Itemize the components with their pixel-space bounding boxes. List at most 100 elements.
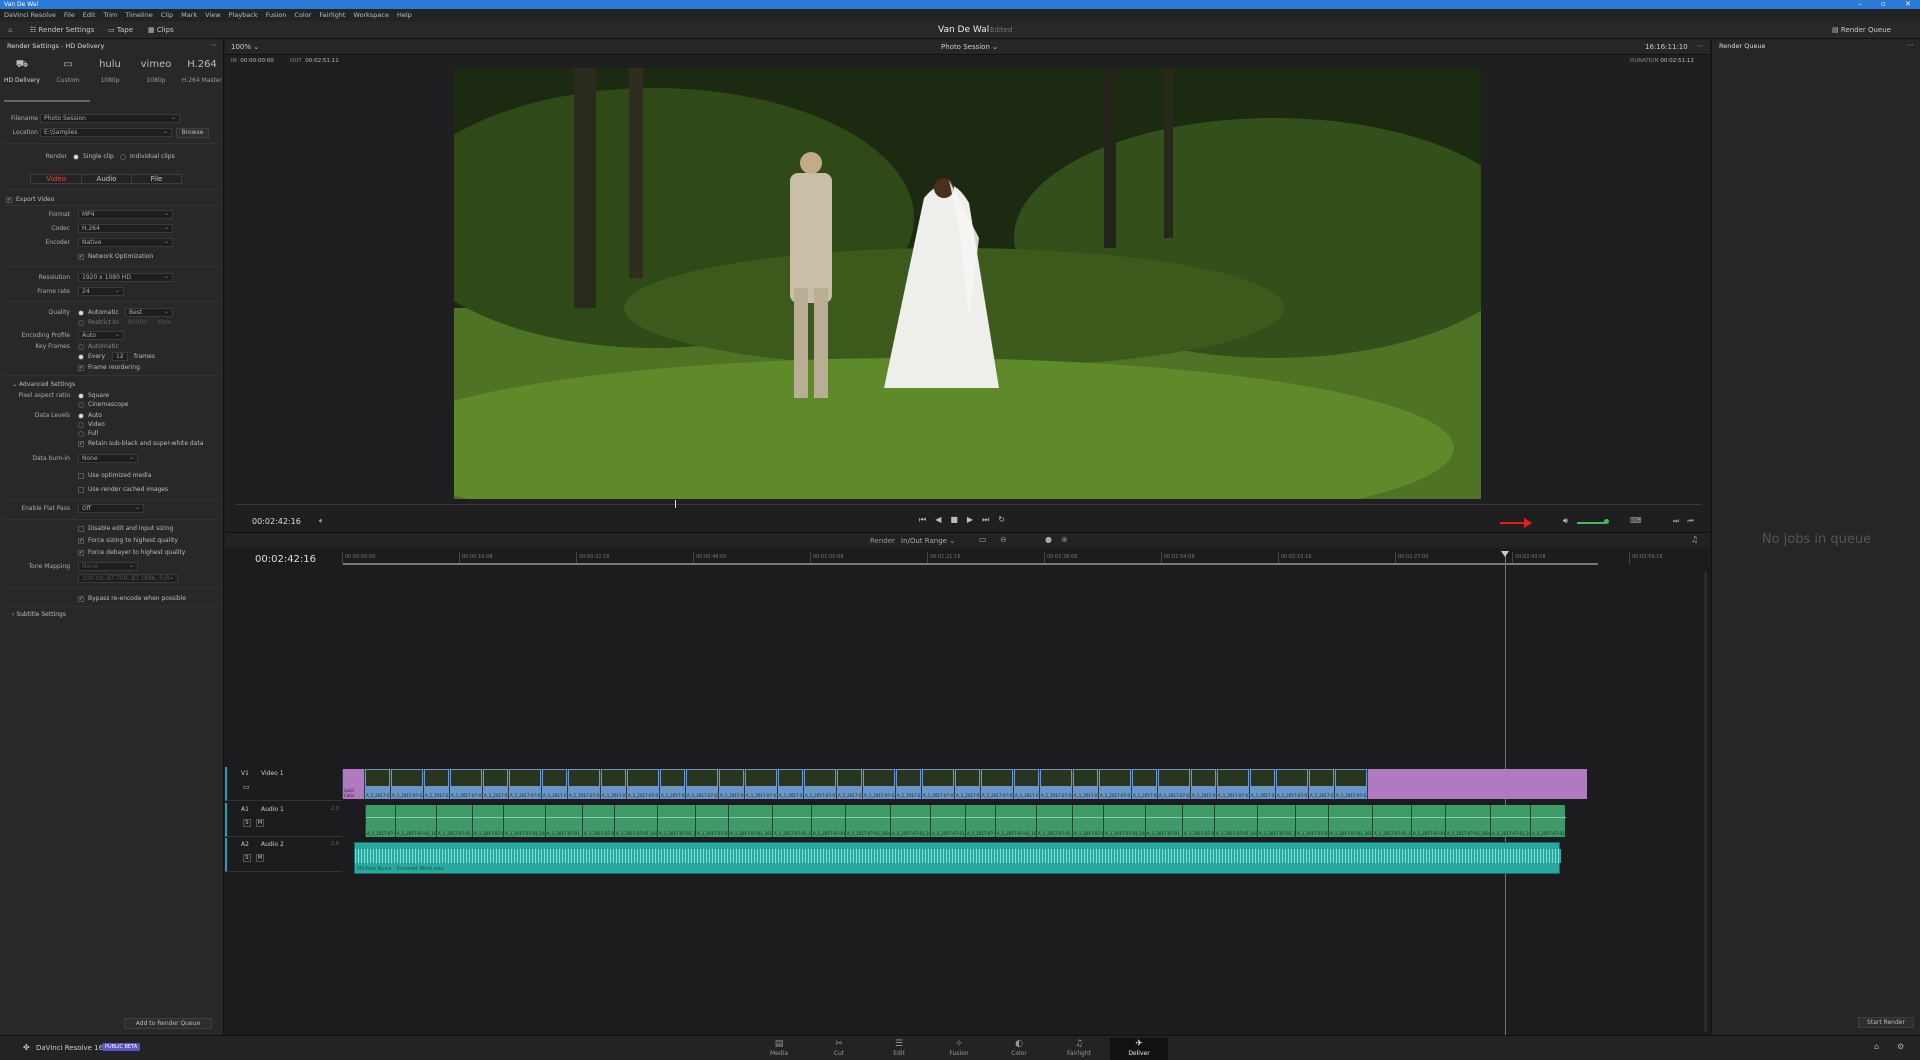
v1-clip[interactable]: A_1_2017-07-01_1616_C... — [600, 769, 626, 799]
minimize-icon[interactable]: – — [1858, 0, 1862, 9]
mute-button[interactable]: M — [256, 819, 264, 827]
render-settings-toggle[interactable]: ☷ Render Settings — [30, 21, 94, 39]
render-range-select[interactable]: In/Out Range ⌄ — [901, 537, 955, 545]
encoding-profile-select[interactable]: Auto — [78, 331, 124, 340]
v1-clip[interactable]: A_1_2017-07-01_1616_C... — [567, 769, 600, 799]
burnin-select[interactable]: None — [78, 454, 138, 463]
menu-item-file[interactable]: File — [64, 11, 75, 19]
encoder-select[interactable]: Native — [78, 238, 173, 247]
v1-clip[interactable]: A_1_2017-07-01_1616_C... — [1334, 769, 1367, 799]
menu-item-help[interactable]: Help — [397, 11, 412, 19]
menu-item-workspace[interactable]: Workspace — [353, 11, 389, 19]
timeline-vscrollbar[interactable] — [1704, 572, 1707, 1032]
v1-clip[interactable]: A_1_2017-07-01_1616_C... — [777, 769, 803, 799]
v1-solid-clip[interactable]: Solid Color — [342, 769, 364, 799]
tone-mapping-sub-select[interactable]: 100 nit, BT.709, BT.1886, Full — [78, 574, 178, 583]
browse-button[interactable]: Browse — [176, 128, 209, 138]
v1-clip[interactable]: A_1_2017-07-01_1616_C... — [862, 769, 895, 799]
preset-4[interactable]: H.264 H.264 Master — [180, 53, 224, 84]
a1-clip[interactable]: A_1_2017-07-01_1616_C... — [1257, 805, 1296, 837]
render-queue-options-icon[interactable]: ⋯ — [1907, 41, 1914, 49]
restrict-to-radio[interactable]: Restrict to — [78, 317, 119, 328]
audio-meter-icon[interactable]: ♫ — [1691, 535, 1698, 544]
v1-clip[interactable]: A_1_2017-07-01_1616_C... — [803, 769, 836, 799]
use-cached-checkbox[interactable]: Use render cached images — [78, 484, 168, 495]
a1-clip[interactable]: A_1_2017-07-01_1616_C... — [472, 805, 504, 837]
viewer-options-icon[interactable]: ⋯ — [1697, 42, 1704, 50]
close-icon[interactable]: ✕ — [1905, 0, 1911, 9]
a1-clip[interactable]: A_1_2017-07-01_1616_C... — [1145, 805, 1183, 837]
panel-options-icon[interactable]: ⋯ — [210, 41, 217, 49]
a2-clip[interactable]: Michele Buice - Summer Wind.wav — [354, 842, 1561, 874]
quality-select[interactable]: Best — [125, 308, 173, 317]
bypass-checkbox[interactable]: ✓ Bypass re-encode when possible — [78, 593, 186, 604]
mute-button[interactable]: M — [256, 854, 264, 862]
keyframes-input[interactable]: 12 — [112, 352, 128, 361]
retain-checkbox[interactable]: ✓ Retain sub-black and super-white data — [78, 438, 203, 449]
page-edit[interactable]: ☰ Edit — [870, 1038, 928, 1057]
v1-clip[interactable]: A_1_2017-07-01_1616_C... — [1216, 769, 1249, 799]
menu-item-view[interactable]: View — [205, 11, 220, 19]
v1-clip[interactable]: A_1_2017-07-01_1616_C... — [449, 769, 482, 799]
zoom-in-icon[interactable]: ⊕ — [1061, 535, 1068, 544]
clip-name-select[interactable]: Photo Session ⌄ — [941, 43, 998, 51]
next-frame-icon[interactable]: ⏭︎ — [1673, 517, 1687, 525]
viewer-mute-icon[interactable]: 🔈︎ — [319, 516, 324, 526]
track-header-v1[interactable]: V1 Video 1 ▭ — [225, 767, 342, 801]
page-media[interactable]: ▤ Media — [750, 1038, 808, 1057]
preset-0[interactable]: ⛟ HD Delivery — [0, 53, 44, 84]
menu-item-edit[interactable]: Edit — [83, 11, 96, 19]
volume-slider-handle[interactable] — [1604, 519, 1609, 524]
page-fairlight[interactable]: ♫ Fairlight — [1050, 1038, 1108, 1057]
v1-clip[interactable]: A_1_2017-07-01_1616_C... — [1275, 769, 1308, 799]
menu-item-timeline[interactable]: Timeline — [125, 11, 153, 19]
v1-clip[interactable]: A_1_2017-07-01_1616_C... — [836, 769, 862, 799]
v1-clip[interactable]: A_1_2017-07-01_1616_C... — [482, 769, 508, 799]
track-header-a1[interactable]: A1 Audio 1 2.0 S M — [225, 803, 342, 837]
menu-item-davinci-resolve[interactable]: DaVinci Resolve — [4, 11, 56, 19]
v1-clip[interactable]: A_1_2017-07-01_1616_C... — [718, 769, 744, 799]
volume-slider[interactable] — [1577, 522, 1605, 524]
keyframes-every-radio[interactable]: Every — [78, 351, 105, 362]
v1-clip[interactable]: A_1_2017-07-01_1616_C... — [921, 769, 954, 799]
subtitle-settings-toggle[interactable]: › Subtitle Settings — [12, 609, 66, 620]
v1-clip[interactable]: A_1_2017-07-01_1616_C... — [980, 769, 1013, 799]
page-deliver[interactable]: ✈ Deliver — [1110, 1038, 1168, 1060]
v1-clip[interactable]: A_1_2017-07-01_1616_C... — [895, 769, 921, 799]
a1-clip[interactable]: A_1_2017-07-01_1616_C... — [1214, 805, 1258, 837]
preset-scrollbar[interactable] — [4, 100, 90, 102]
v1-clip[interactable]: A_1_2017-07-01_1616_C... — [1013, 769, 1039, 799]
export-video-checkbox[interactable]: ✓ Export Video — [6, 194, 54, 205]
resolution-select[interactable]: 1920 x 1080 HD — [78, 273, 173, 282]
force-sizing-checkbox[interactable]: ✓ Force sizing to highest quality — [78, 535, 178, 546]
v1-clip[interactable]: A_1_2017-07-01_1616_C... — [954, 769, 980, 799]
location-input[interactable]: E:\Samples — [40, 128, 172, 137]
a1-clip[interactable]: A_1_2017-07-01_1616_C... — [1103, 805, 1146, 837]
menu-item-fairlight[interactable]: Fairlight — [319, 11, 345, 19]
single-clip-radio[interactable]: Single clip — [73, 151, 114, 162]
codec-select[interactable]: H.264 — [78, 224, 173, 233]
video-monitor-icon[interactable]: ▭ — [243, 783, 250, 791]
a1-clip[interactable]: A_1_2017-07-01_1616_C... — [965, 805, 996, 837]
a1-clip[interactable]: A_1_2017-07-01_1616_C... — [995, 805, 1037, 837]
a1-clip[interactable]: A_1_2017-07-01_1616_C... — [772, 805, 812, 837]
stop-icon[interactable]: ■ — [950, 515, 967, 524]
tone-mapping-select[interactable]: None — [78, 562, 138, 571]
flat-pass-select[interactable]: Off — [78, 504, 144, 513]
use-optimized-checkbox[interactable]: Use optimized media — [78, 470, 151, 481]
v1-clip[interactable]: A_1_2017-07-01_1616_C... — [1157, 769, 1190, 799]
a1-clip[interactable]: A_1_2017-07-01_1616_C... — [657, 805, 696, 837]
a1-clip[interactable]: A_1_2017-07-01_1616_C... — [1072, 805, 1104, 837]
preset-3[interactable]: vimeo 1080p — [134, 53, 178, 84]
a1-clip[interactable]: A_1_2017-07-01_1616_C... — [930, 805, 966, 837]
a1-clip[interactable]: A_1_2017-07-01_1616_C... — [503, 805, 546, 837]
add-to-render-queue-button[interactable]: Add to Render Queue — [124, 1018, 212, 1029]
a1-clip[interactable]: A_1_2017-07-01_1616_C... — [1372, 805, 1412, 837]
a1-clip[interactable]: A_1_2017-07-01_1616_C... — [1490, 805, 1531, 837]
menu-item-mark[interactable]: Mark — [181, 11, 197, 19]
preset-1[interactable]: ▭ Custom — [46, 53, 90, 84]
v1-clip[interactable]: A_1_2017-07-01_1616_C... — [1098, 769, 1131, 799]
zoom-slider-handle[interactable]: ● — [1045, 535, 1052, 544]
a1-clip[interactable]: A_1_2017-07-01_1616_C... — [1328, 805, 1373, 837]
keyboard-icon[interactable]: ⌨ — [1630, 516, 1642, 525]
